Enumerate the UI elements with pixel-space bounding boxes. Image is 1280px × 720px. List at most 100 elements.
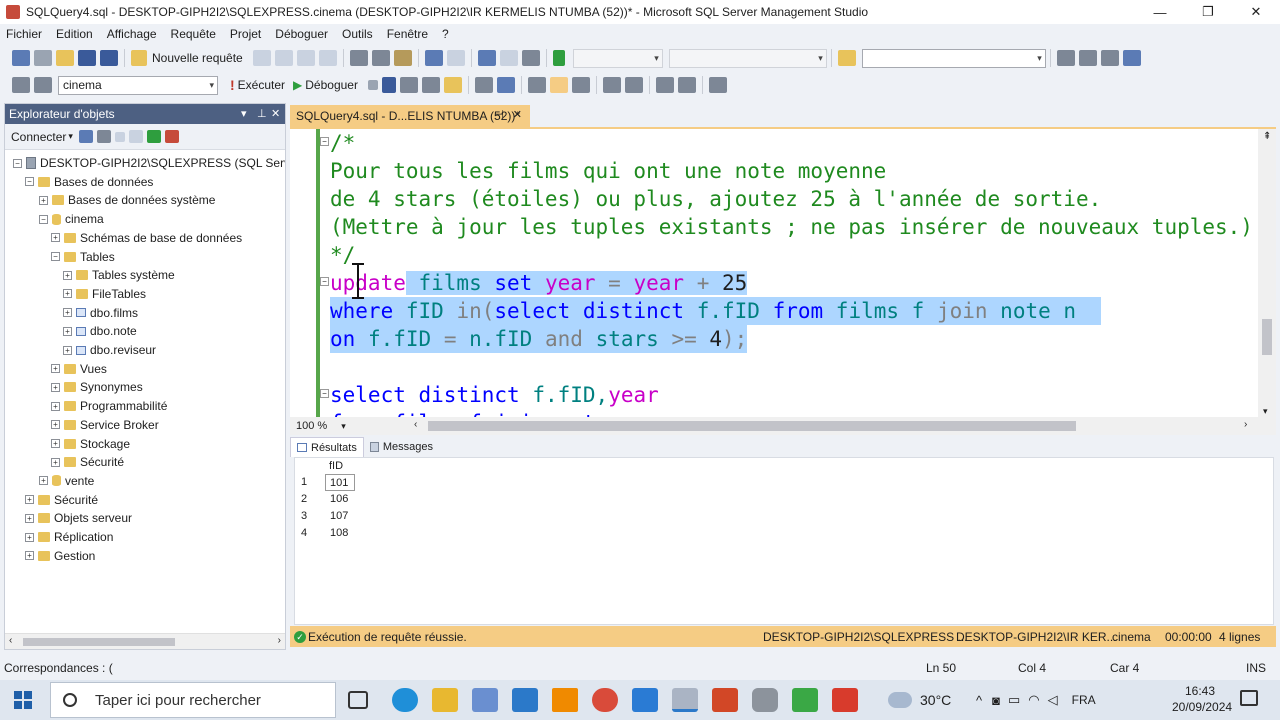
connect-button[interactable]: Connecter (11, 130, 66, 144)
expand-node-icon[interactable]: + (63, 270, 72, 280)
result-cell[interactable]: 107 (330, 508, 348, 525)
cut-icon[interactable] (349, 50, 368, 66)
connect-oe-icon[interactable] (78, 130, 93, 143)
cancel-query-icon[interactable] (367, 80, 378, 90)
pane-dropdown-icon[interactable]: ▾ (241, 107, 247, 120)
tree-node[interactable]: + Gestion (25, 547, 95, 565)
tab-sqlquery4[interactable]: SQLQuery4.sql - D...ELIS NTUMBA (52))* ⊣… (290, 105, 530, 127)
expand-node-icon[interactable]: + (63, 308, 72, 318)
tree-node[interactable]: − Tables (51, 248, 115, 266)
recorder-icon[interactable] (832, 688, 858, 712)
notifications-icon[interactable] (1240, 690, 1258, 706)
results-grid-icon[interactable] (549, 77, 568, 93)
comment-icon[interactable] (602, 77, 621, 93)
tray-expand-icon[interactable]: ^ (976, 693, 982, 708)
tree-node[interactable]: + Stockage (51, 435, 130, 453)
uncomment-icon[interactable] (624, 77, 643, 93)
tree-node[interactable]: + vente (39, 472, 94, 490)
toolbox-icon[interactable] (1100, 50, 1119, 66)
taskbar-search-box[interactable]: Taper ici pour rechercher (50, 682, 336, 718)
menu-edition[interactable]: Edition (56, 27, 93, 41)
menu-deboguer[interactable]: Déboguer (275, 27, 328, 41)
specify-values-icon[interactable] (708, 77, 727, 93)
expand-node-icon[interactable]: + (51, 439, 60, 448)
solution-platform-combo[interactable]: ▾ (668, 48, 827, 68)
debug-icon[interactable]: ▶ (293, 78, 302, 92)
volume-icon[interactable]: ◁ (1048, 692, 1058, 708)
windows-start-icon[interactable] (14, 691, 32, 709)
tree-node[interactable]: + Bases de données système (39, 191, 215, 209)
scroll-right-icon[interactable]: › (1244, 419, 1247, 430)
pane-close-icon[interactable]: ✕ (271, 107, 280, 120)
wifi-icon[interactable]: ◠ (1028, 692, 1039, 708)
tree-node[interactable]: + Vues (51, 360, 107, 378)
expand-node-icon[interactable]: + (51, 364, 60, 374)
screenshot-icon[interactable] (521, 50, 540, 66)
zoom-dropdown-icon[interactable]: ▾ (341, 421, 346, 432)
open-folder-icon[interactable] (56, 50, 74, 66)
tree-node[interactable]: − Bases de données (25, 173, 153, 191)
db-query-icon[interactable] (252, 50, 271, 66)
collapse-icon[interactable]: − (320, 137, 329, 146)
change-connection-icon[interactable] (34, 77, 52, 93)
tree-node[interactable]: + Sécurité (25, 491, 98, 509)
save-icon[interactable] (78, 50, 96, 66)
paste-icon[interactable] (393, 50, 412, 66)
expand-node-icon[interactable]: + (25, 513, 34, 523)
result-cell[interactable]: 108 (330, 525, 348, 542)
database-combo[interactable]: cinema ▾ (58, 75, 218, 95)
start-icon[interactable] (552, 50, 565, 66)
add-item-icon[interactable] (34, 50, 52, 66)
minimize-button[interactable]: — (1137, 0, 1183, 24)
collapse-icon[interactable]: − (320, 277, 329, 286)
navigate-forward-icon[interactable] (499, 50, 518, 66)
meet-now-icon[interactable]: ◙ (992, 693, 1000, 708)
new-query-button[interactable]: Nouvelle requête (152, 51, 243, 65)
ssms-taskbar-icon[interactable] (672, 688, 698, 712)
navigate-icon[interactable] (477, 50, 496, 66)
activity-monitor-icon[interactable] (164, 130, 179, 143)
undo-icon[interactable] (424, 50, 443, 66)
column-header[interactable]: fID (329, 458, 343, 475)
result-cell[interactable]: 106 (330, 491, 348, 508)
clock[interactable]: 16:43 20/09/2024 (1172, 683, 1232, 715)
editor-horizontal-thumb[interactable] (428, 421, 1076, 431)
solution-explorer-icon[interactable] (1056, 50, 1075, 66)
tree-node[interactable]: + dbo.note (63, 322, 137, 340)
file-explorer-icon[interactable] (432, 688, 458, 712)
task-view-icon[interactable] (348, 691, 368, 709)
expand-node-icon[interactable]: + (63, 326, 72, 336)
menu-outils[interactable]: Outils (342, 27, 373, 41)
collapse-node-icon[interactable]: − (25, 177, 34, 187)
query-designer-icon[interactable] (421, 77, 440, 93)
camtasia-icon[interactable] (792, 688, 818, 712)
editor-vertical-scrollbar[interactable]: ⇞ ▾ (1258, 129, 1276, 419)
execute-button[interactable]: Exécuter (238, 78, 285, 92)
mail-icon[interactable] (512, 688, 538, 712)
tree-node[interactable]: + Service Broker (51, 416, 159, 434)
tree-node[interactable]: + dbo.films (63, 304, 138, 322)
results-grid[interactable]: fID 1 101 2 106 3 107 4 108 (294, 457, 1274, 625)
expand-node-icon[interactable]: + (51, 457, 60, 467)
connect-dropdown-icon[interactable]: ▾ (68, 131, 73, 142)
include-plan-icon[interactable] (474, 77, 493, 93)
weather-widget[interactable]: 30°C (888, 680, 951, 720)
window-layout-icon[interactable] (1122, 50, 1141, 66)
tree-node[interactable]: + dbo.reviseur (63, 341, 156, 359)
tab-close-icon[interactable]: ✕ (513, 108, 522, 121)
mdx-query-icon[interactable] (274, 50, 293, 66)
tree-horizontal-scrollbar[interactable]: ‹ › (5, 633, 285, 649)
new-query-icon[interactable] (131, 50, 147, 66)
estimated-plan-icon[interactable] (399, 77, 418, 93)
results-to-icon[interactable] (443, 77, 462, 93)
close-button[interactable]: ✕ (1233, 0, 1279, 24)
filter-icon[interactable] (128, 130, 143, 143)
collapse-icon[interactable]: − (320, 389, 329, 398)
menu-projet[interactable]: Projet (230, 27, 261, 41)
disconnect-icon[interactable] (96, 130, 111, 143)
expand-node-icon[interactable]: + (63, 345, 72, 355)
find-files-icon[interactable] (837, 50, 856, 66)
store-icon[interactable] (472, 688, 498, 712)
expand-node-icon[interactable]: + (51, 233, 60, 243)
tree-node[interactable]: + FileTables (63, 285, 146, 303)
